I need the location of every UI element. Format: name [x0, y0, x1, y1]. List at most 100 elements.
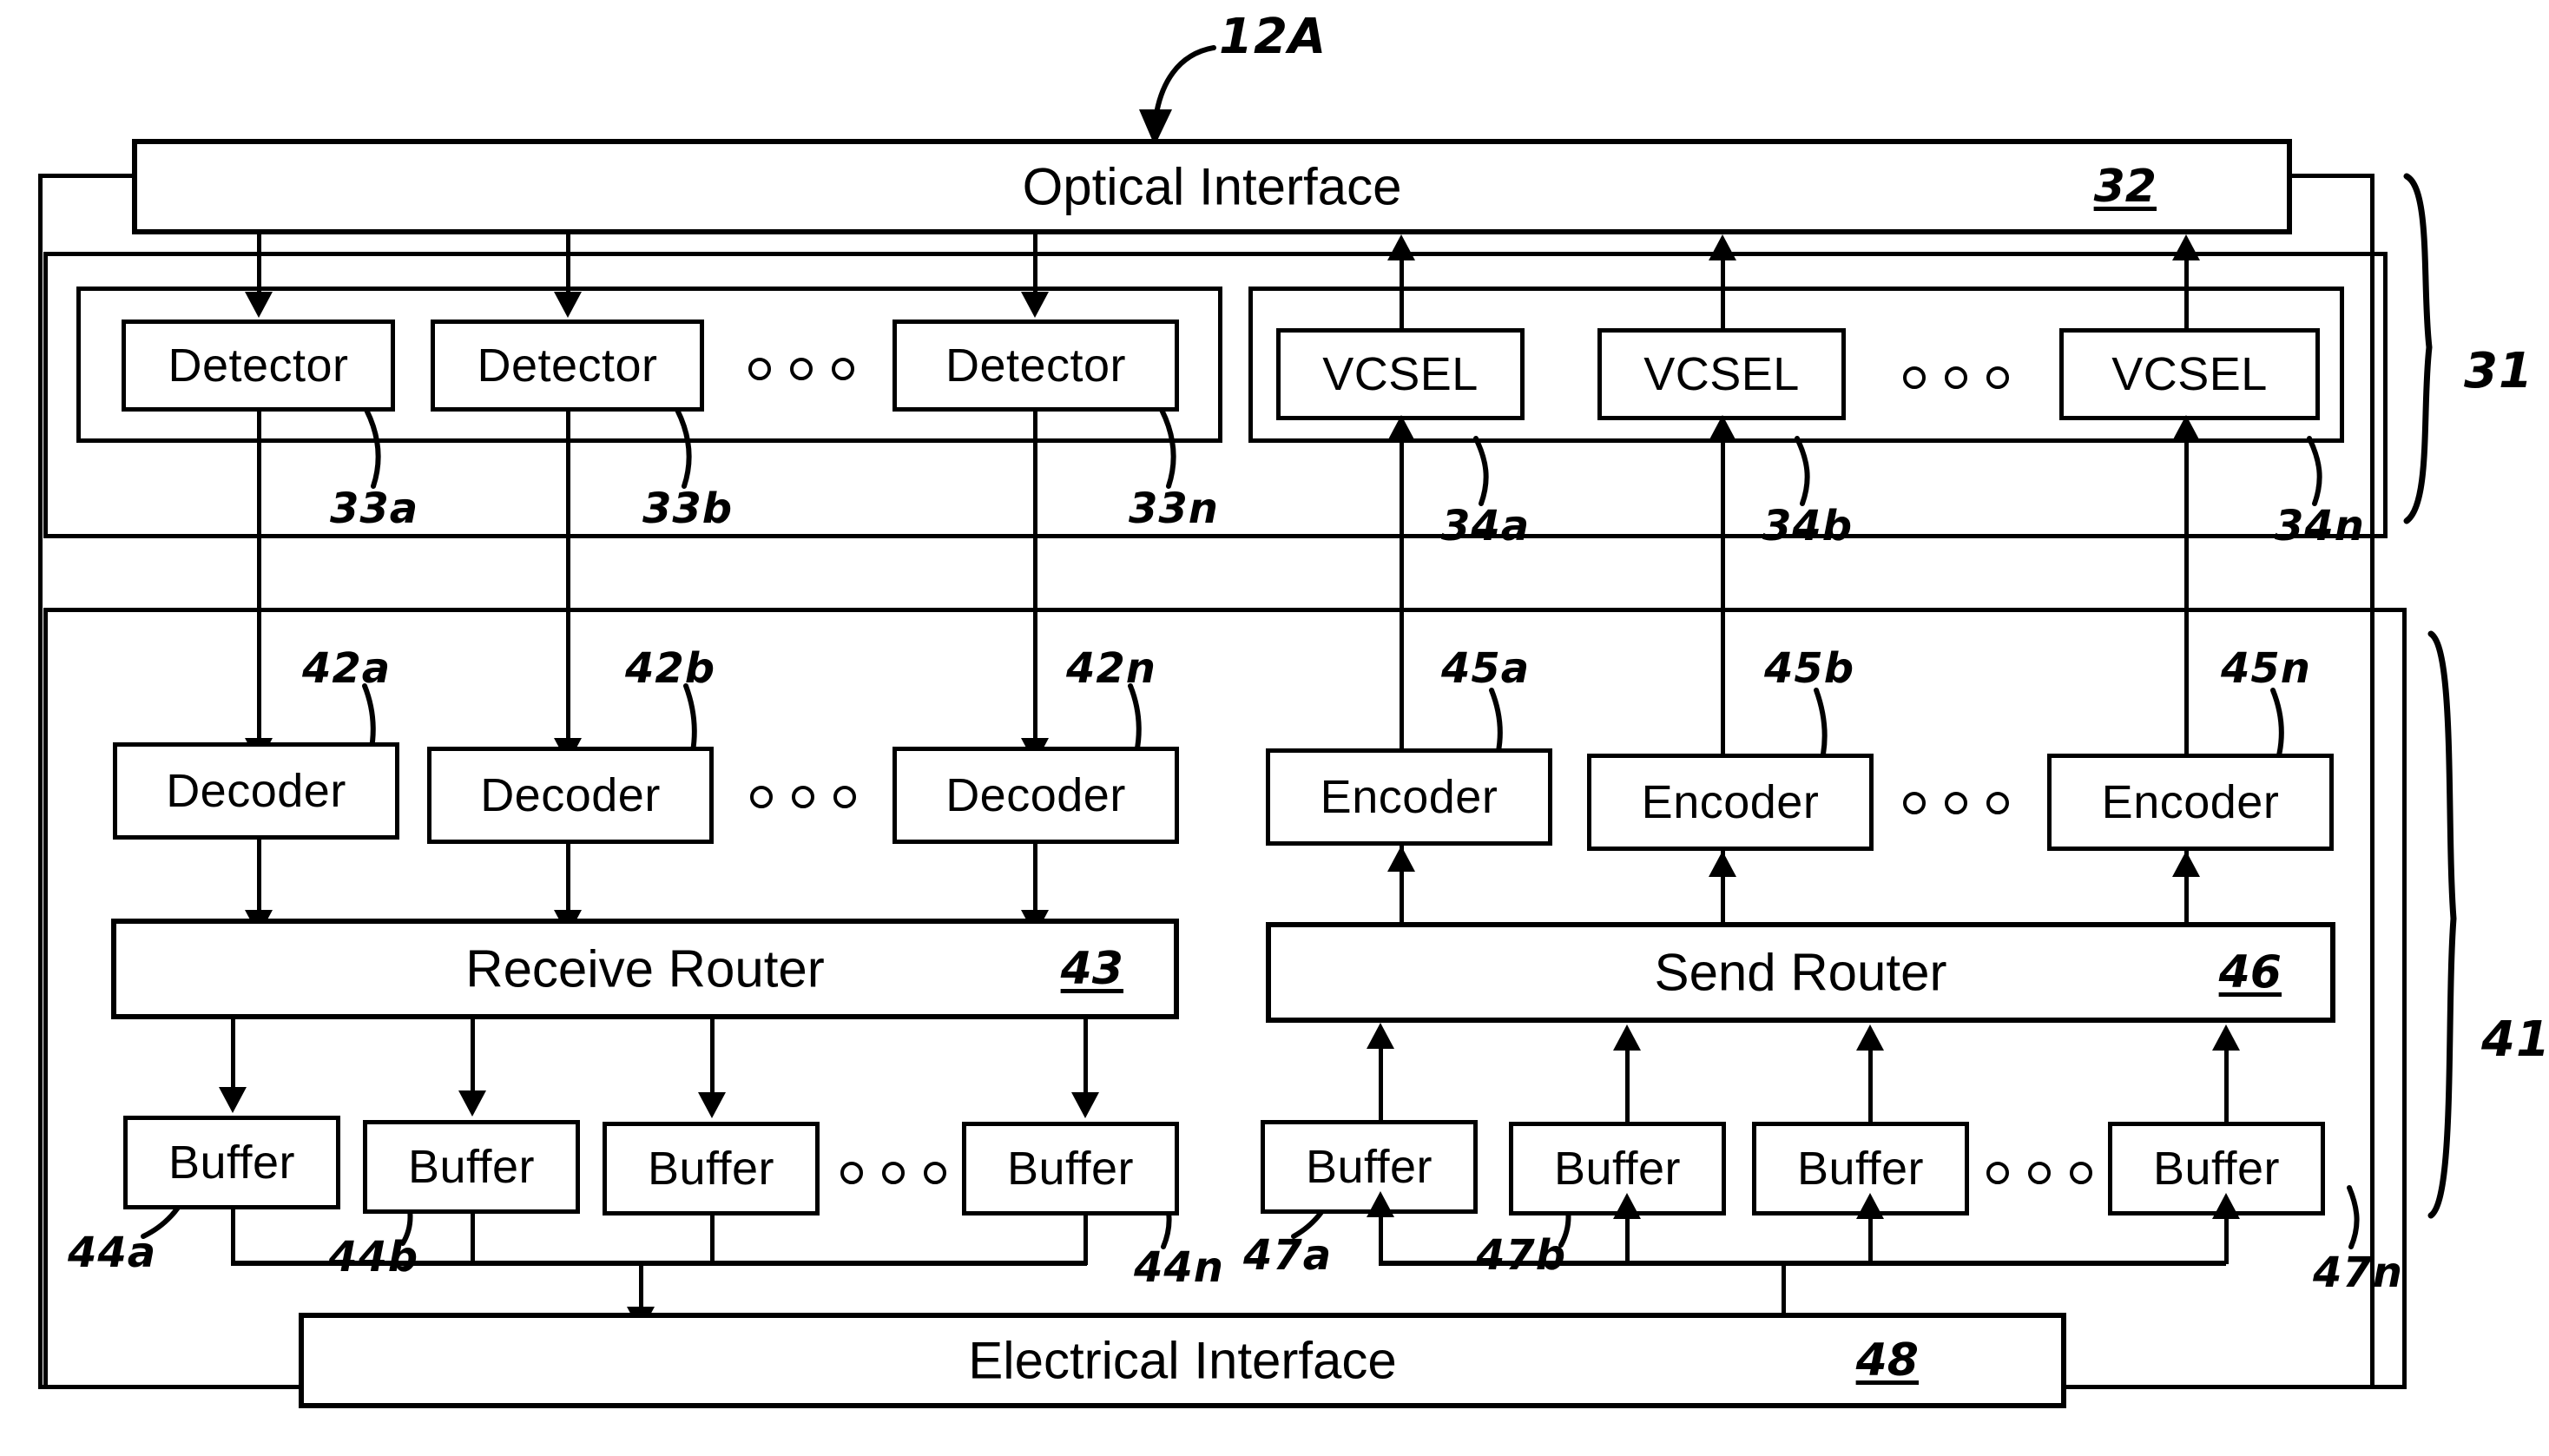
- vcsel-1-to-oi-arrow: [1709, 234, 1736, 260]
- buffer-label: Buffer: [647, 1143, 775, 1195]
- decoder-box-0: Decoder: [113, 742, 399, 840]
- encoder-0-to-vcsel-0-line: [1400, 434, 1404, 764]
- send-buffer-ellipsis: [1986, 1162, 2092, 1184]
- sbuf-3-to-sr-line: [2224, 1045, 2229, 1123]
- vcsel-1-to-oi-line: [1721, 260, 1725, 328]
- send-router-block: Send Router 46: [1266, 922, 2335, 1023]
- sbuf-3-feed: [2224, 1216, 2229, 1264]
- decoder-label: Decoder: [945, 769, 1126, 821]
- electrical-interface-label: Electrical Interface: [968, 1331, 1397, 1390]
- sbuf-2-feed-arrow: [1856, 1193, 1884, 1219]
- detector-label: Detector: [168, 339, 349, 392]
- rr-to-buf-3-line: [1083, 1019, 1088, 1096]
- detector-ref-0: 33a: [330, 484, 419, 533]
- sbuf-1-feed: [1625, 1216, 1630, 1264]
- encoder-ref-2: 45n: [2221, 644, 2311, 693]
- rbuf-1-drop: [471, 1214, 475, 1265]
- vcsel-ellipsis: [1903, 366, 2009, 389]
- rr-to-buf-1-line: [471, 1019, 475, 1094]
- detector-2-to-decoder-2-line: [1033, 412, 1037, 741]
- send-buffer-ref-3: 47n: [2313, 1248, 2403, 1297]
- oi-to-detector-1-line: [566, 234, 570, 295]
- receive-buffer-ellipsis: [840, 1162, 946, 1184]
- encoder-box-2: Encoder: [2047, 754, 2334, 851]
- receive-buffer-ref-3: 44n: [1134, 1243, 1224, 1292]
- rr-to-buf-0-arrow: [219, 1087, 247, 1113]
- sr-to-encoder-2-arrow: [2172, 851, 2200, 877]
- receive-buffer-box-2: Buffer: [603, 1122, 820, 1216]
- buffer-label: Buffer: [1006, 1143, 1135, 1195]
- vcsel-box-1: VCSEL: [1597, 328, 1846, 420]
- encoder-label: Encoder: [2101, 776, 2280, 828]
- vcsel-0-to-oi-line: [1400, 260, 1404, 328]
- optical-interface-block: Optical Interface 32: [132, 139, 2292, 234]
- rr-to-buf-2-line: [710, 1019, 715, 1096]
- receive-bus-to-ei-line: [639, 1261, 643, 1313]
- left-outer-rail: [38, 174, 43, 1389]
- optical-interface-label: Optical Interface: [1022, 157, 1402, 216]
- detector-1-to-decoder-1-line: [566, 412, 570, 741]
- decoder-label: Decoder: [480, 769, 661, 821]
- vcsel-label: VCSEL: [1643, 348, 1800, 400]
- detector-ref-2: 33n: [1129, 484, 1219, 533]
- decoder-0-to-rr-line: [257, 840, 261, 918]
- figure-ref-12a: 12A: [1219, 9, 1327, 65]
- rbuf-3-drop: [1083, 1216, 1088, 1265]
- encoder-label: Encoder: [1641, 776, 1820, 828]
- sbuf-1-to-sr-line: [1625, 1045, 1630, 1123]
- decoder-ellipsis: [750, 786, 856, 808]
- encoder-2-to-vcsel-2-line: [2184, 434, 2189, 764]
- sbuf-0-feed-arrow: [1367, 1191, 1394, 1217]
- oi-to-detector-1-arrow: [554, 292, 582, 318]
- encoder-0-to-vcsel-0-arrow: [1387, 415, 1415, 441]
- patent-figure-canvas: 12A Optical Interface 32 Detector Detect…: [0, 0, 2549, 1456]
- detector-box-1: Detector: [431, 320, 704, 412]
- oi-to-detector-2-line: [1033, 234, 1037, 295]
- vcsel-label: VCSEL: [2111, 348, 2268, 400]
- rr-to-buf-0-line: [231, 1019, 235, 1090]
- encoder-2-to-vcsel-2-arrow: [2172, 415, 2200, 441]
- sbuf-0-to-sr-arrow: [1367, 1023, 1394, 1049]
- sbuf-0-feed: [1379, 1214, 1383, 1264]
- receive-buffer-ref-1: 44b: [328, 1233, 419, 1281]
- sbuf-0-to-sr-line: [1379, 1042, 1383, 1122]
- oi-to-detector-0-arrow: [245, 292, 273, 318]
- send-buffer-ref-0: 47a: [1243, 1231, 1333, 1280]
- bracket-ref-31: 31: [2464, 343, 2533, 399]
- electrical-interface-ref: 48: [1855, 1334, 1919, 1387]
- encoder-box-1: Encoder: [1587, 754, 1874, 851]
- encoder-box-0: Encoder: [1266, 748, 1552, 846]
- encoder-1-to-vcsel-1-line: [1721, 434, 1725, 764]
- oi-to-detector-2-arrow: [1021, 292, 1049, 318]
- sbuf-3-to-sr-arrow: [2212, 1024, 2240, 1051]
- rbuf-2-drop: [710, 1216, 715, 1265]
- decoder-1-to-rr-line: [566, 844, 570, 919]
- receive-router-block: Receive Router 43: [111, 919, 1179, 1019]
- detector-label: Detector: [945, 339, 1127, 392]
- buffer-label: Buffer: [1305, 1141, 1433, 1193]
- receive-router-label: Receive Router: [465, 939, 825, 998]
- oi-to-detector-0-line: [257, 234, 261, 295]
- buffer-label: Buffer: [407, 1141, 536, 1193]
- encoder-1-to-vcsel-1-arrow: [1709, 415, 1736, 441]
- receive-router-ref: 43: [1060, 943, 1123, 995]
- vcsel-box-2: VCSEL: [2059, 328, 2320, 420]
- buffer-label: Buffer: [1553, 1143, 1682, 1195]
- receive-buffer-ref-0: 44a: [68, 1229, 157, 1277]
- encoder-ref-0: 45a: [1441, 644, 1531, 693]
- sr-to-encoder-1-arrow: [1709, 851, 1736, 877]
- decoder-2-to-rr-line: [1033, 844, 1037, 919]
- send-router-label: Send Router: [1654, 943, 1947, 1002]
- electrical-interface-block: Electrical Interface 48: [299, 1313, 2066, 1408]
- vcsel-2-to-oi-arrow: [2172, 234, 2200, 260]
- sbuf-2-to-sr-arrow: [1856, 1024, 1884, 1051]
- buffer-label: Buffer: [168, 1136, 296, 1189]
- buffer-label: Buffer: [2152, 1143, 2281, 1195]
- detector-ref-1: 33b: [642, 484, 734, 533]
- sbuf-1-to-sr-arrow: [1613, 1024, 1641, 1051]
- vcsel-box-0: VCSEL: [1276, 328, 1525, 420]
- encoder-label: Encoder: [1320, 771, 1498, 823]
- decoder-label: Decoder: [166, 765, 346, 817]
- detector-box-0: Detector: [122, 320, 395, 412]
- buffer-label: Buffer: [1796, 1143, 1925, 1195]
